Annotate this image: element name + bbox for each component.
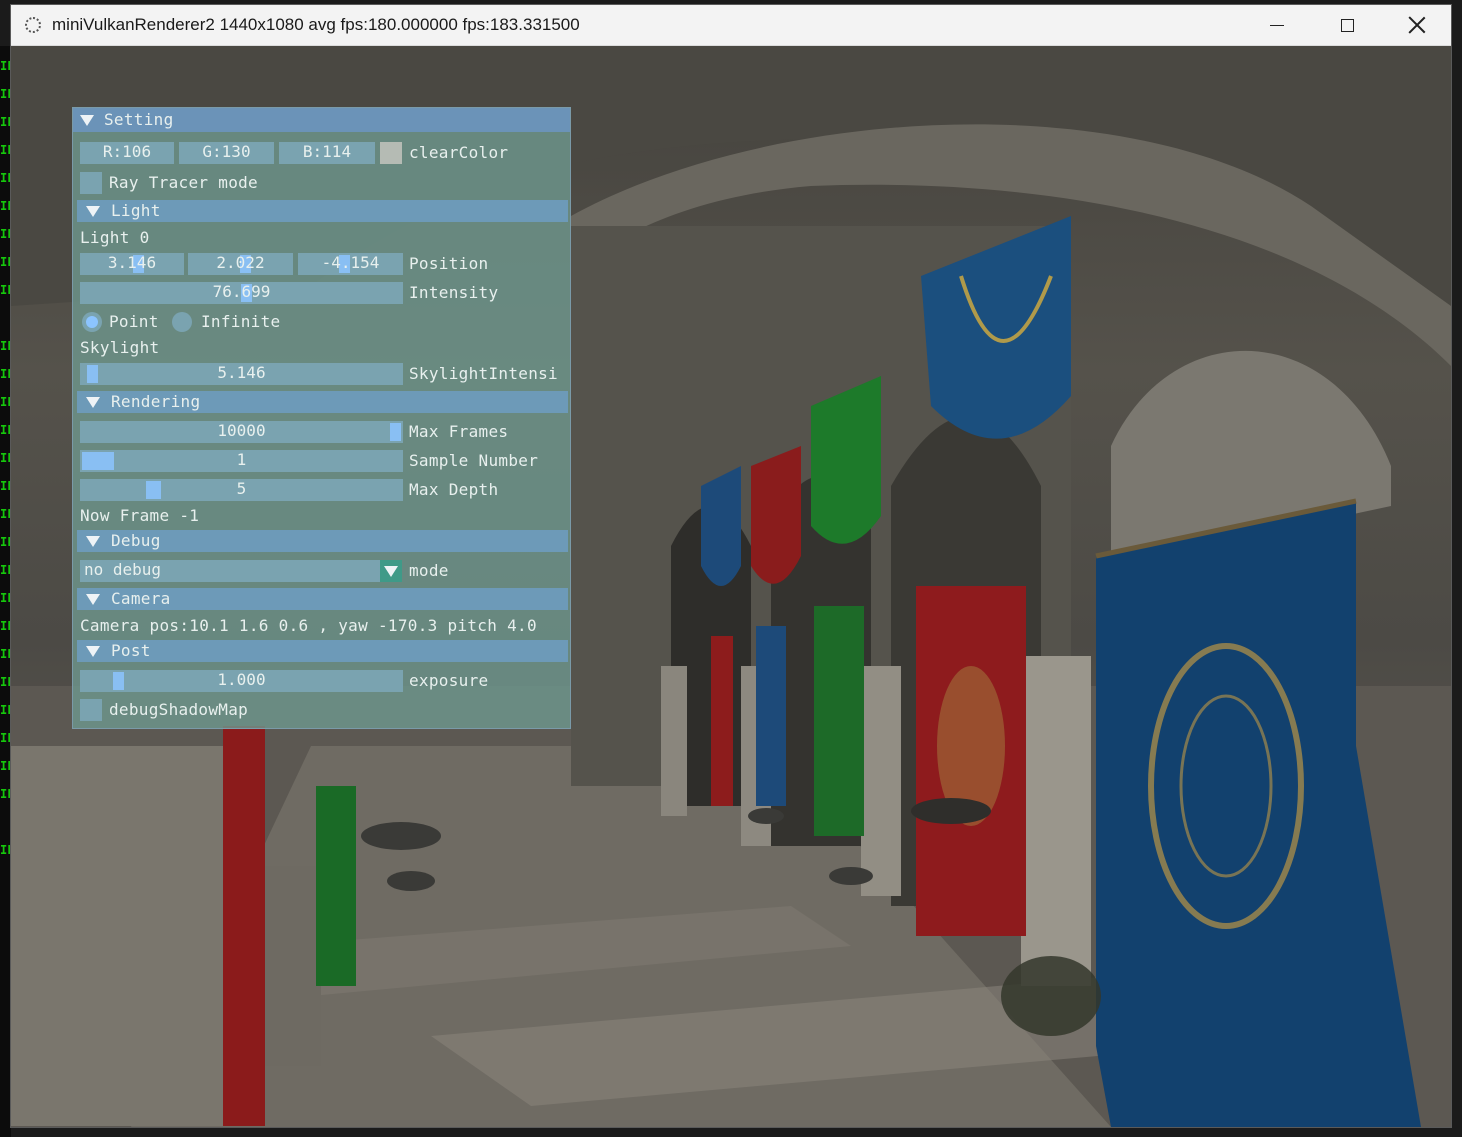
exposure-slider[interactable]: 1.000 — [80, 670, 403, 692]
light0-label: Light 0 — [80, 228, 150, 247]
exposure-label: exposure — [409, 671, 489, 690]
clear-color-g-field[interactable]: G:130 — [179, 142, 274, 164]
rendering-header[interactable]: Rendering — [77, 391, 568, 413]
max-frames-value: 10000 — [217, 421, 266, 440]
radio-infinite[interactable] — [172, 312, 192, 332]
clear-color-b-field[interactable]: B:114 — [279, 142, 375, 164]
intensity-slider[interactable]: 76.699 — [80, 282, 403, 304]
settings-title-bar[interactable]: Setting — [73, 108, 570, 132]
radio-point-label: Point — [109, 312, 159, 331]
clear-color-swatch[interactable] — [380, 142, 402, 164]
light-header[interactable]: Light — [77, 200, 568, 222]
clear-color-label: clearColor — [409, 143, 509, 162]
max-frames-slider[interactable]: 10000 — [80, 421, 403, 443]
skylight-value: 5.146 — [217, 363, 266, 382]
intensity-value: 76.699 — [212, 282, 271, 301]
skylight-label: Skylight — [80, 338, 160, 357]
camera-collapse-icon — [86, 594, 100, 605]
position-y-drag[interactable]: 2.022 — [188, 253, 293, 275]
debug-shadow-map-checkbox[interactable] — [80, 699, 102, 721]
light-header-label: Light — [111, 201, 161, 220]
max-depth-grab[interactable] — [146, 481, 161, 499]
maximize-icon — [1340, 18, 1354, 32]
intensity-label: Intensity — [409, 283, 499, 302]
radio-infinite-label: Infinite — [201, 312, 281, 331]
exposure-grab[interactable] — [113, 672, 124, 690]
title-bar[interactable]: miniVulkanRenderer2 1440x1080 avg fps:18… — [11, 5, 1451, 46]
ray-tracer-mode-label: Ray Tracer mode — [109, 173, 258, 192]
sample-number-value: 1 — [236, 450, 247, 469]
minimize-icon — [1270, 24, 1284, 26]
close-button[interactable] — [1382, 5, 1451, 45]
ray-tracer-mode-checkbox[interactable] — [80, 172, 102, 194]
position-y-value: 2.022 — [216, 253, 265, 272]
maximize-button[interactable] — [1312, 5, 1382, 45]
chevron-down-icon — [384, 566, 398, 577]
sample-number-label: Sample Number — [409, 451, 539, 470]
position-z-value: -4.154 — [321, 253, 380, 272]
skylight-slider[interactable]: 5.146 — [80, 363, 403, 385]
skylight-grab[interactable] — [87, 365, 98, 383]
debug-header-label: Debug — [111, 531, 161, 550]
collapse-triangle-icon[interactable] — [80, 115, 94, 126]
rendering-header-label: Rendering — [111, 392, 201, 411]
exposure-value: 1.000 — [217, 670, 266, 689]
debug-header[interactable]: Debug — [77, 530, 568, 552]
debug-mode-combo-arrow[interactable] — [380, 560, 402, 582]
camera-header[interactable]: Camera — [77, 588, 568, 610]
light-collapse-icon — [86, 206, 100, 217]
position-x-value: 3.146 — [107, 253, 157, 272]
render-viewport[interactable]: Setting R:106 G:130 B:114 clearColor Ray… — [11, 46, 1451, 1127]
debug-mode-label: mode — [409, 561, 449, 580]
now-frame-label: Now Frame -1 — [80, 506, 200, 525]
window-title: miniVulkanRenderer2 1440x1080 avg fps:18… — [52, 15, 580, 34]
position-label: Position — [409, 254, 489, 273]
settings-panel[interactable]: Setting R:106 G:130 B:114 clearColor Ray… — [72, 107, 571, 729]
max-frames-label: Max Frames — [409, 422, 509, 441]
clear-color-r-field[interactable]: R:106 — [80, 142, 174, 164]
position-x-drag[interactable]: 3.146 — [80, 253, 184, 275]
radio-point[interactable] — [82, 312, 102, 332]
sample-number-slider[interactable]: 1 — [80, 450, 403, 472]
max-depth-label: Max Depth — [409, 480, 499, 499]
debug-mode-combo[interactable]: no debug — [80, 560, 380, 582]
close-icon — [1408, 16, 1426, 34]
app-window: miniVulkanRenderer2 1440x1080 avg fps:18… — [10, 4, 1452, 1128]
app-icon — [25, 17, 41, 33]
post-header-label: Post — [111, 641, 151, 660]
max-frames-grab[interactable] — [390, 423, 401, 441]
skylight-intensity-label: SkylightIntensi — [409, 364, 558, 383]
minimize-button[interactable] — [1242, 5, 1312, 45]
post-header[interactable]: Post — [77, 640, 568, 662]
max-depth-slider[interactable]: 5 — [80, 479, 403, 501]
camera-header-label: Camera — [111, 589, 171, 608]
position-z-drag[interactable]: -4.154 — [298, 253, 403, 275]
max-depth-value: 5 — [236, 479, 247, 498]
rendering-collapse-icon — [86, 397, 100, 408]
camera-info: Camera pos:10.1 1.6 0.6 , yaw -170.3 pit… — [80, 616, 537, 635]
debug-collapse-icon — [86, 536, 100, 547]
settings-title: Setting — [104, 110, 174, 129]
sample-number-grab[interactable] — [82, 452, 114, 470]
debug-shadow-map-label: debugShadowMap — [109, 700, 249, 719]
post-collapse-icon — [86, 646, 100, 657]
